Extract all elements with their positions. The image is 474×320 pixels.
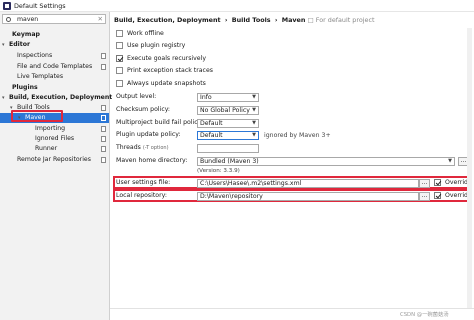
window-title: Default Settings bbox=[14, 2, 66, 10]
maven-home-label: Maven home directory: bbox=[116, 157, 188, 164]
tree-item-file-and-code-templates[interactable]: File and Code Templates bbox=[0, 62, 109, 72]
plugin-update-select[interactable]: Default ▼ bbox=[197, 131, 259, 140]
checksum-policy-select[interactable]: No Global Policy ▼ bbox=[197, 106, 259, 115]
user-settings-input[interactable]: C:\Users\Hasee\.m2\settings.xml bbox=[197, 179, 419, 188]
tree-item-build-execution-deployment[interactable]: ▾ Build, Execution, Deployment bbox=[0, 93, 113, 103]
clear-icon[interactable]: ✕ bbox=[98, 15, 103, 23]
chevron-down-icon: ▼ bbox=[448, 158, 452, 164]
threads-label: Threads (-T option) bbox=[116, 144, 169, 151]
threads-hint: (-T option) bbox=[142, 145, 169, 151]
breadcrumb-part-1: Build, Execution, Deployment bbox=[114, 16, 221, 24]
checkbox-box[interactable] bbox=[116, 67, 123, 74]
tree-item-label: Keymap bbox=[12, 31, 40, 38]
local-repo-browse-button[interactable]: ... bbox=[419, 192, 430, 201]
tree-item-label: Remote Jar Repositories bbox=[17, 156, 91, 163]
output-level-label: Output level: bbox=[116, 93, 157, 100]
breadcrumb: Build, Execution, Deployment › Build Too… bbox=[114, 16, 374, 24]
tree-item-label: Build, Execution, Deployment bbox=[9, 94, 113, 101]
plugin-update-note: ignored by Maven 3+ bbox=[264, 132, 331, 139]
chevron-down-icon: ▼ bbox=[252, 120, 256, 126]
output-level-select[interactable]: Info ▼ bbox=[197, 93, 259, 102]
checkbox-box[interactable] bbox=[434, 192, 441, 199]
checkbox-box[interactable] bbox=[116, 55, 123, 62]
tree-item-runner[interactable]: Runner bbox=[0, 144, 109, 154]
tree-item-plugins[interactable]: Plugins bbox=[0, 83, 109, 93]
breadcrumb-part-2: Build Tools bbox=[231, 16, 271, 24]
checkbox-box[interactable] bbox=[116, 80, 123, 87]
maven-version: (Version: 3.3.9) bbox=[197, 168, 240, 174]
search-input[interactable]: maven ✕ bbox=[2, 14, 106, 24]
checksum-policy-label: Checksum policy: bbox=[116, 106, 171, 113]
highlight-box-maven bbox=[11, 110, 63, 122]
search-icon bbox=[6, 17, 11, 22]
project-settings-icon bbox=[101, 105, 106, 111]
checkbox-box[interactable] bbox=[116, 30, 123, 37]
chevron-down-icon: ▼ bbox=[252, 132, 256, 138]
intellij-icon bbox=[3, 2, 11, 10]
local-repo-input[interactable]: D:\Maven\repository bbox=[197, 192, 419, 201]
checkbox-box[interactable] bbox=[116, 42, 123, 49]
project-settings-icon bbox=[101, 115, 106, 121]
breadcrumb-note: For default project bbox=[315, 16, 375, 24]
threads-input[interactable] bbox=[197, 144, 259, 153]
chevron-down-icon: ▼ bbox=[252, 107, 256, 113]
project-settings-icon bbox=[101, 136, 106, 142]
tree-item-inspections[interactable]: Inspections bbox=[0, 51, 109, 61]
tree-item-editor[interactable]: ▾ Editor bbox=[0, 40, 109, 50]
tree-item-label: Plugins bbox=[12, 84, 38, 91]
breadcrumb-separator: › bbox=[224, 16, 228, 24]
tree-item-label: Inspections bbox=[17, 52, 53, 59]
tree-item-label: Importing bbox=[35, 125, 66, 132]
local-repo-label: Local repository: bbox=[116, 192, 167, 199]
default-project-icon: □ bbox=[307, 16, 316, 24]
search-value: maven bbox=[17, 16, 39, 23]
tree-item-label: Live Templates bbox=[17, 73, 64, 80]
project-settings-icon bbox=[101, 146, 106, 152]
breadcrumb-part-3: Maven bbox=[281, 16, 306, 24]
user-settings-label: User settings file: bbox=[116, 179, 171, 186]
tree-item-importing[interactable]: Importing bbox=[0, 124, 109, 134]
tree-item-live-templates[interactable]: Live Templates bbox=[0, 72, 109, 82]
tree-item-remote-jar-repositories[interactable]: Remote Jar Repositories bbox=[0, 155, 109, 165]
tree-item-label: Editor bbox=[9, 41, 31, 48]
fail-policy-label: Multiproject build fail policy: bbox=[116, 119, 203, 126]
user-settings-browse-button[interactable]: ... bbox=[419, 179, 430, 188]
expand-arrow-icon[interactable]: ▾ bbox=[2, 40, 5, 50]
breadcrumb-separator: › bbox=[274, 16, 278, 24]
watermark: CSDN @一碗菌菇汤 bbox=[400, 312, 449, 318]
plugin-update-label: Plugin update policy: bbox=[116, 131, 181, 138]
tree-item-label: File and Code Templates bbox=[17, 63, 93, 70]
tree-item-ignored-files[interactable]: Ignored Files bbox=[0, 134, 109, 144]
fail-policy-select[interactable]: Default ▼ bbox=[197, 119, 259, 128]
project-settings-icon bbox=[101, 126, 106, 132]
chevron-down-icon: ▼ bbox=[252, 94, 256, 100]
project-settings-icon bbox=[101, 53, 106, 59]
vertical-scrollbar[interactable] bbox=[467, 28, 472, 308]
tree-item-label: Runner bbox=[35, 145, 58, 152]
maven-home-select[interactable]: Bundled (Maven 3) ▼ bbox=[197, 157, 455, 166]
tree-item-keymap[interactable]: Keymap bbox=[0, 30, 109, 40]
expand-arrow-icon[interactable]: ▾ bbox=[2, 93, 5, 103]
project-settings-icon bbox=[101, 64, 106, 70]
tree-item-label: Ignored Files bbox=[35, 135, 75, 142]
checkbox-box[interactable] bbox=[434, 179, 441, 186]
title-bar: Default Settings bbox=[0, 0, 474, 12]
project-settings-icon bbox=[101, 157, 106, 163]
